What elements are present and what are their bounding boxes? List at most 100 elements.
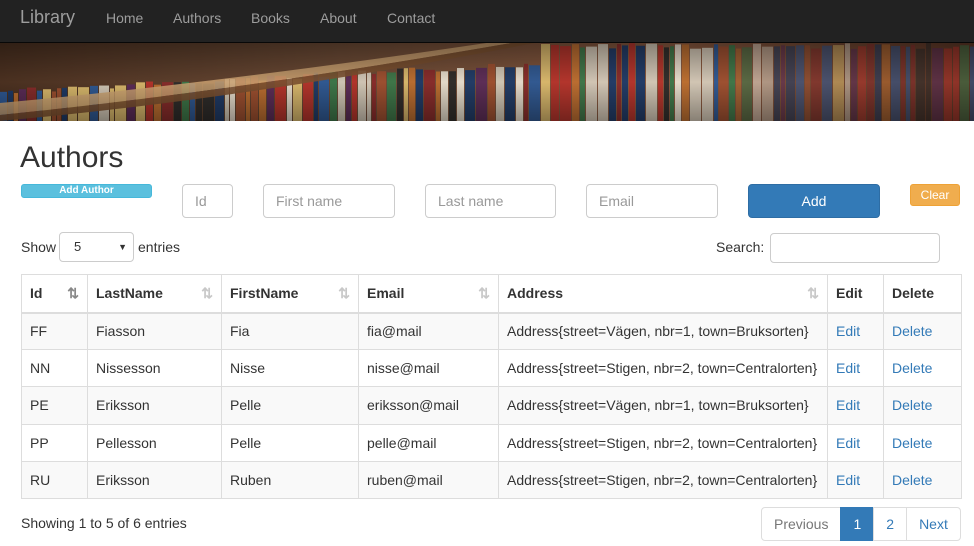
entries-length-select[interactable]: 5 ▼ (59, 232, 134, 262)
cell-id: PP (21, 423, 88, 462)
show-label: Show (21, 239, 57, 255)
nav-authors[interactable]: Authors (173, 10, 221, 26)
cell-id: FF (21, 311, 88, 351)
cell-edit: Edit (827, 423, 884, 462)
delete-link[interactable]: Delete (892, 397, 932, 413)
column-label: Delete (892, 285, 935, 302)
edit-link[interactable]: Edit (836, 435, 860, 451)
next-page-button[interactable]: Next (906, 507, 961, 541)
table-row: PE Eriksson Pelle eriksson@mail Address{… (21, 386, 962, 425)
sort-icon: ⇅ (201, 285, 213, 301)
column-header-id[interactable]: Id ⇅ (21, 274, 88, 314)
sort-icon: ⇅ (807, 285, 819, 301)
brand-link[interactable]: Library (20, 7, 75, 27)
bookshelf-banner (0, 43, 974, 121)
column-label: Edit (836, 285, 863, 302)
last-name-input[interactable] (425, 184, 556, 218)
cell-address: Address{street=Vägen, nbr=1, town=Brukso… (498, 311, 828, 351)
cell-delete: Delete (883, 311, 962, 351)
cell-edit: Edit (827, 460, 884, 500)
cell-id: PE (21, 386, 88, 425)
table-info: Showing 1 to 5 of 6 entries (21, 515, 187, 531)
column-label: Email (367, 285, 405, 302)
cell-lastname: Pellesson (87, 423, 222, 462)
pagination: Previous 1 2 Next (761, 507, 961, 541)
table-row: FF Fiasson Fia fia@mail Address{street=V… (21, 311, 962, 351)
entries-length-value: 5 (74, 239, 82, 254)
cell-firstname: Nisse (221, 349, 359, 388)
cell-lastname: Eriksson (87, 460, 222, 500)
authors-table: Id ⇅ LastName ⇅ FirstName ⇅ Email ⇅ Address ⇅… (21, 274, 962, 500)
table-row: NN Nissesson Nisse nisse@mail Address{st… (21, 349, 962, 388)
page-2-button[interactable]: 2 (873, 507, 908, 541)
column-header-delete: Delete (883, 274, 962, 314)
cell-email: ruben@mail (358, 460, 499, 500)
bookshelf-image (0, 43, 974, 121)
search-input[interactable] (770, 233, 940, 263)
add-button[interactable]: Add (748, 184, 880, 218)
cell-edit: Edit (827, 311, 884, 351)
nav-contact[interactable]: Contact (387, 10, 435, 26)
entries-label: entries (138, 239, 181, 255)
cell-id: NN (21, 349, 88, 388)
column-header-edit: Edit (827, 274, 884, 314)
id-input[interactable] (182, 184, 233, 218)
cell-address: Address{street=Stigen, nbr=2, town=Centr… (498, 423, 828, 462)
previous-page-button[interactable]: Previous (761, 507, 842, 541)
edit-link[interactable]: Edit (836, 472, 860, 488)
column-label: FirstName (230, 285, 299, 302)
search-label: Search: (716, 239, 765, 255)
cell-address: Address{street=Stigen, nbr=2, town=Centr… (498, 349, 828, 388)
edit-link[interactable]: Edit (836, 360, 860, 376)
page-title: Authors (20, 141, 124, 174)
cell-edit: Edit (827, 386, 884, 425)
nav-home[interactable]: Home (106, 10, 143, 26)
email-input[interactable] (586, 184, 718, 218)
cell-email: eriksson@mail (358, 386, 499, 425)
cell-email: fia@mail (358, 311, 499, 351)
column-header-address[interactable]: Address ⇅ (498, 274, 828, 314)
column-label: LastName (96, 285, 163, 302)
delete-link[interactable]: Delete (892, 472, 932, 488)
table-row: RU Eriksson Ruben ruben@mail Address{str… (21, 460, 962, 500)
cell-firstname: Pelle (221, 423, 359, 462)
cell-edit: Edit (827, 349, 884, 388)
cell-firstname: Fia (221, 311, 359, 351)
column-header-firstname[interactable]: FirstName ⇅ (221, 274, 359, 314)
cell-delete: Delete (883, 460, 962, 500)
first-name-input[interactable] (263, 184, 395, 218)
cell-lastname: Nissesson (87, 349, 222, 388)
cell-address: Address{street=Vägen, nbr=1, town=Brukso… (498, 386, 828, 425)
table-header-row: Id ⇅ LastName ⇅ FirstName ⇅ Email ⇅ Address ⇅… (21, 274, 962, 314)
nav-books[interactable]: Books (251, 10, 290, 26)
nav-about[interactable]: About (320, 10, 357, 26)
delete-link[interactable]: Delete (892, 360, 932, 376)
delete-link[interactable]: Delete (892, 323, 932, 339)
cell-firstname: Ruben (221, 460, 359, 500)
column-header-lastname[interactable]: LastName ⇅ (87, 274, 222, 314)
clear-button[interactable]: Clear (910, 184, 960, 206)
add-author-button[interactable]: Add Author (21, 184, 152, 198)
sort-icon: ⇅ (338, 285, 350, 301)
sort-icon: ⇅ (478, 285, 490, 301)
cell-email: nisse@mail (358, 349, 499, 388)
table-row: PP Pellesson Pelle pelle@mail Address{st… (21, 423, 962, 462)
cell-lastname: Fiasson (87, 311, 222, 351)
cell-address: Address{street=Stigen, nbr=2, town=Centr… (498, 460, 828, 500)
cell-email: pelle@mail (358, 423, 499, 462)
column-header-email[interactable]: Email ⇅ (358, 274, 499, 314)
sort-ascending-icon: ⇅ (67, 285, 79, 301)
column-label: Address (507, 285, 564, 302)
page-1-button[interactable]: 1 (840, 507, 875, 541)
navbar: Library Home Authors Books About Contact (0, 0, 974, 43)
cell-firstname: Pelle (221, 386, 359, 425)
delete-link[interactable]: Delete (892, 435, 932, 451)
edit-link[interactable]: Edit (836, 323, 860, 339)
cell-delete: Delete (883, 423, 962, 462)
column-label: Id (30, 285, 43, 302)
cell-id: RU (21, 460, 88, 500)
chevron-down-icon: ▼ (118, 242, 127, 252)
cell-delete: Delete (883, 386, 962, 425)
edit-link[interactable]: Edit (836, 397, 860, 413)
cell-delete: Delete (883, 349, 962, 388)
